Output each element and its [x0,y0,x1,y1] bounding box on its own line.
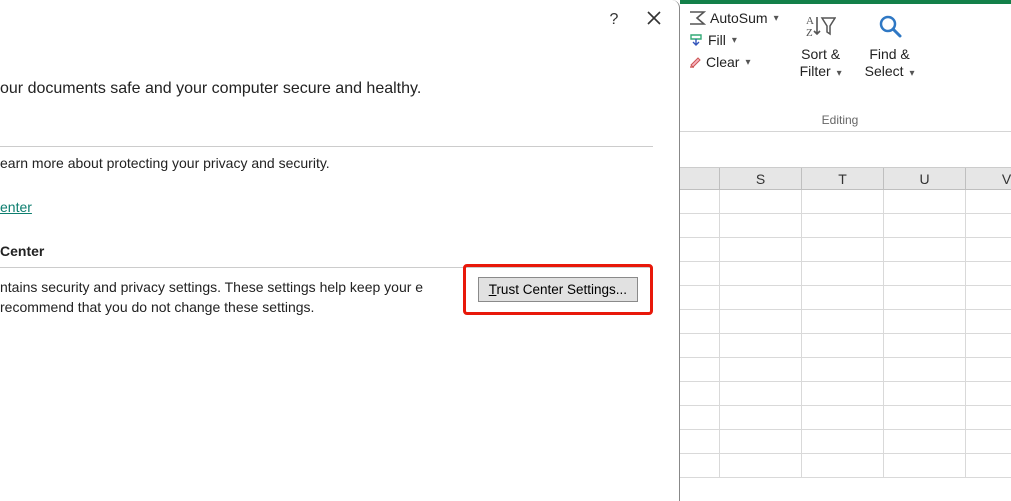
fill-button[interactable]: Fill ▾ [684,30,783,50]
sort-filter-label-1: Sort & [801,46,840,63]
table-row [680,382,1011,406]
formula-bar[interactable] [680,132,1011,168]
intro-text: our documents safe and your computer sec… [0,80,653,98]
chevron-down-icon: ▾ [774,13,779,24]
divider [0,146,653,147]
table-row [680,334,1011,358]
grid-body[interactable] [680,190,1011,478]
col-header-t[interactable]: T [802,168,884,189]
table-row [680,430,1011,454]
dialog-titlebar: ? [0,0,679,40]
section-heading: Center [0,243,653,259]
privacy-paragraph: earn more about protecting your privacy … [0,155,653,171]
find-select-label-1: Find & [869,46,909,63]
col-header-blank[interactable] [680,168,720,189]
chevron-down-icon: ▾ [732,35,737,46]
ribbon-editing-group: AutoSum ▾ Fill ▾ Clear ▾ A Z [680,0,1011,132]
worksheet: S T U V [680,132,1011,501]
table-row [680,406,1011,430]
table-row [680,454,1011,478]
table-row [680,238,1011,262]
fill-label: Fill [708,32,726,48]
sort-filter-label-2: Filter ▾ [800,63,842,80]
trust-center-link[interactable]: enter [0,199,32,215]
clear-label: Clear [706,54,739,70]
chevron-down-icon: ▾ [909,68,914,79]
trust-center-dialog: ? our documents safe and your computer s… [0,0,680,501]
col-header-s[interactable]: S [720,168,802,189]
highlight-box: Trust Center Settings... [463,264,653,315]
clear-button[interactable]: Clear ▾ [684,52,783,72]
close-icon[interactable] [643,11,665,29]
settings-row: ntains security and privacy settings. Th… [0,278,653,317]
table-row [680,262,1011,286]
find-icon [875,10,905,44]
find-select-button[interactable]: Find & Select ▾ [859,8,921,80]
chevron-down-icon: ▾ [745,57,750,68]
sort-filter-icon: A Z [806,10,836,44]
settings-description: ntains security and privacy settings. Th… [0,278,445,317]
trust-center-settings-button[interactable]: Trust Center Settings... [478,277,638,302]
table-row [680,214,1011,238]
table-row [680,190,1011,214]
table-row [680,286,1011,310]
table-row [680,358,1011,382]
chevron-down-icon: ▾ [837,68,842,79]
table-row [680,310,1011,334]
svg-text:A: A [806,15,814,27]
help-icon[interactable]: ? [603,11,625,29]
svg-text:Z: Z [806,27,813,39]
ribbon-group-label: Editing [700,113,980,127]
fill-stack: AutoSum ▾ Fill ▾ Clear ▾ [684,8,783,72]
dialog-body: our documents safe and your computer sec… [0,80,679,317]
autosum-label: AutoSum [710,10,768,26]
find-select-label-2: Select ▾ [865,63,915,80]
column-headers: S T U V [680,168,1011,190]
autosum-button[interactable]: AutoSum ▾ [684,8,783,28]
col-header-u[interactable]: U [884,168,966,189]
col-header-v[interactable]: V [966,168,1011,189]
sort-filter-button[interactable]: A Z Sort & Filter ▾ [791,8,851,80]
